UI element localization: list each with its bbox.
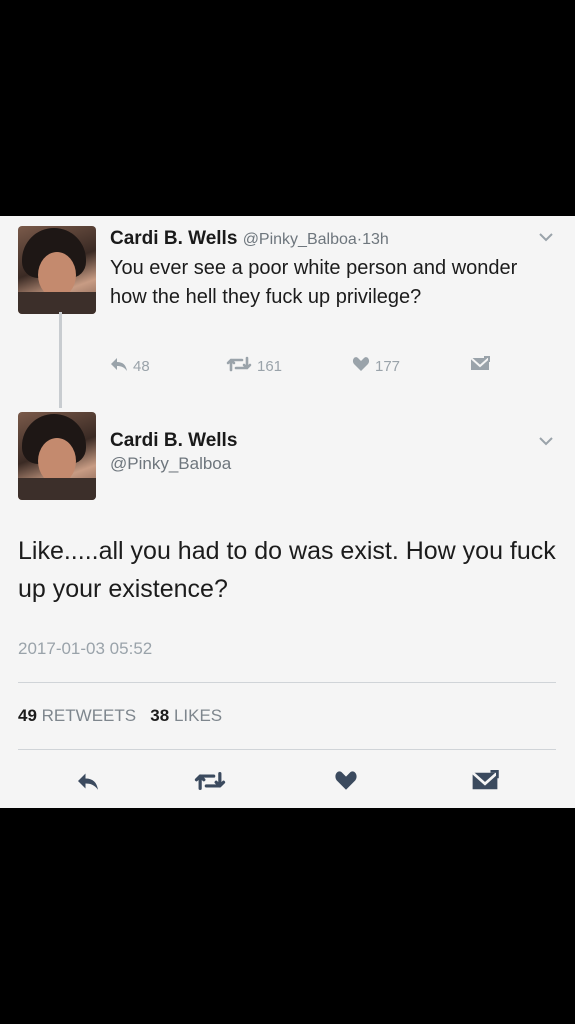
reply-count: 48 (133, 357, 150, 375)
avatar[interactable] (18, 412, 96, 500)
dm-action[interactable] (470, 356, 490, 376)
author-name[interactable]: Cardi B. Wells (110, 228, 237, 249)
dm-button[interactable] (465, 766, 505, 800)
reply-tweet-text: You ever see a poor white person and won… (110, 257, 518, 308)
tweet-timestamp[interactable]: 2017-01-03 05:52 (18, 639, 152, 659)
main-tweet-text: Like.....all you had to do was exist. Ho… (18, 537, 556, 603)
reply-tweet-actions: 48 161 177 (110, 356, 530, 380)
author-name[interactable]: Cardi B. Wells (110, 430, 237, 452)
main-tweet-actions (0, 766, 575, 800)
chevron-down-icon[interactable] (538, 230, 554, 246)
likes-count: 38 (150, 706, 170, 725)
retweets-count: 49 (18, 706, 37, 725)
heart-icon (334, 770, 358, 796)
reply-action[interactable]: 48 (110, 356, 150, 376)
time-ago[interactable]: 13h (362, 231, 389, 248)
retweet-button[interactable] (190, 766, 230, 800)
chevron-down-icon[interactable] (538, 434, 554, 450)
likes-label: LIKES (173, 706, 223, 725)
envelope-icon (470, 356, 490, 376)
retweet-action[interactable]: 161 (226, 356, 282, 376)
retweet-icon (226, 356, 252, 376)
retweet-count: 161 (257, 357, 283, 375)
like-action[interactable]: 177 (352, 356, 400, 376)
author-handle[interactable]: @Pinky_Balboa (243, 231, 357, 248)
author-handle[interactable]: @Pinky_Balboa (110, 454, 237, 474)
engagement-stats: 49 RETWEETS 38 LIKES (18, 706, 222, 726)
avatar[interactable] (18, 226, 96, 314)
thread-line (59, 312, 62, 408)
divider (18, 749, 556, 750)
retweets-label: RETWEETS (41, 706, 137, 725)
like-count: 177 (375, 357, 401, 375)
tweet-card: Cardi B. Wells @Pinky_Balboa·13h You eve… (0, 216, 575, 808)
like-button[interactable] (326, 766, 366, 800)
reply-arrow-icon (110, 356, 128, 376)
reply-button[interactable] (68, 766, 108, 800)
retweets-stat[interactable]: 49 RETWEETS (18, 706, 136, 725)
envelope-icon (471, 769, 499, 797)
reply-tweet-header: Cardi B. Wells @Pinky_Balboa·13h (110, 228, 389, 250)
heart-icon (352, 356, 370, 376)
retweet-icon (194, 771, 226, 796)
divider (18, 682, 556, 683)
reply-arrow-icon (76, 771, 100, 796)
likes-stat[interactable]: 38 LIKES (150, 706, 222, 725)
main-tweet-header: Cardi B. Wells @Pinky_Balboa (110, 430, 237, 474)
